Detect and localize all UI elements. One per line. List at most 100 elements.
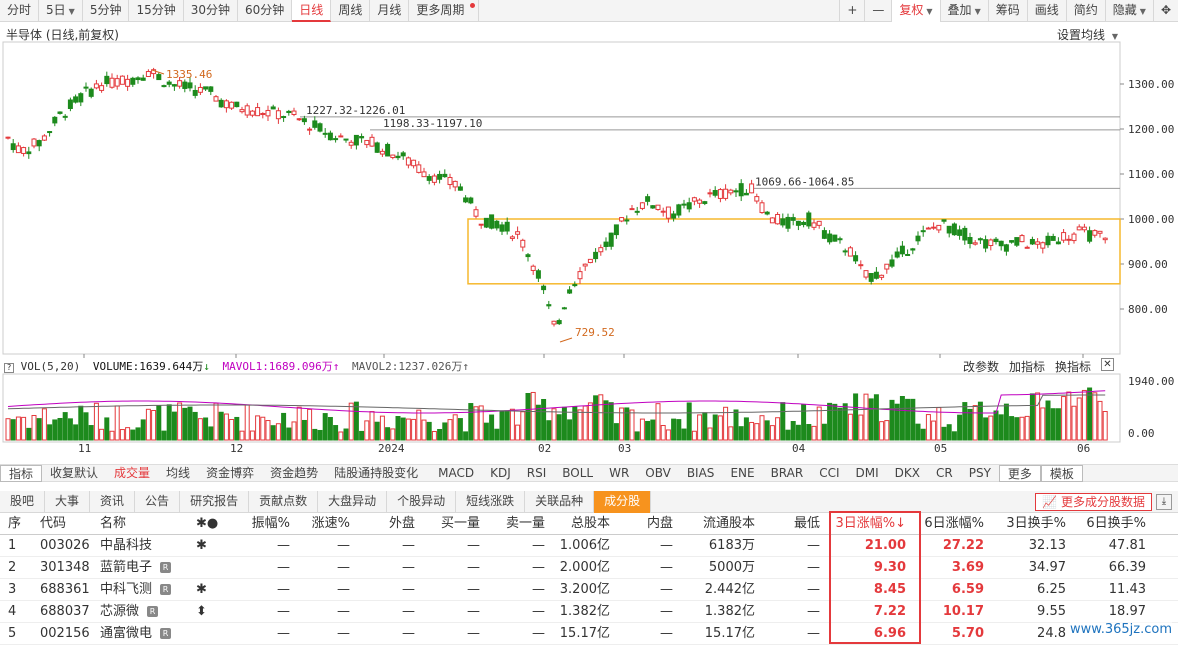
table-row[interactable]: 3 688361 中科飞测 R ✱ — — — — —3.200亿 —2.442亿 —8.45 6.59… xyxy=(0,579,1178,601)
indicator-tab[interactable]: CR xyxy=(928,465,961,482)
indicator-tab[interactable]: DKX xyxy=(887,465,928,482)
restore-rights-button[interactable]: 复权 ▼ xyxy=(891,0,940,22)
column-header[interactable]: 内盘 xyxy=(625,513,673,535)
switch-indicator-link[interactable]: 换指标 xyxy=(1055,358,1091,375)
section-tab[interactable]: 公告 xyxy=(135,491,181,513)
section-tab[interactable]: 贡献点数 xyxy=(249,491,319,513)
column-header[interactable]: 序 xyxy=(8,513,28,535)
volume-bar xyxy=(972,405,978,441)
indicator-tab[interactable]: KDJ xyxy=(482,465,519,482)
date-label: 02 xyxy=(538,442,551,455)
indicator-tab[interactable]: 陆股通持股变化 xyxy=(326,465,430,482)
set-ma-button[interactable]: 设置均线 ▼ xyxy=(1057,26,1118,43)
section-tab[interactable]: 个股异动 xyxy=(387,491,457,513)
column-header[interactable]: 6日涨幅% xyxy=(916,513,984,535)
stock-name[interactable]: 蓝箭电子 xyxy=(100,560,152,575)
zoom-out-button[interactable]: — xyxy=(864,0,891,22)
section-tab[interactable]: 关联品种 xyxy=(525,491,595,513)
section-tab[interactable]: 大事 xyxy=(45,491,91,513)
indicator-tab[interactable]: 均线 xyxy=(158,465,198,482)
tab-5min[interactable]: 5分钟 xyxy=(83,0,130,22)
candle-body xyxy=(1024,246,1030,249)
indicator-tab[interactable]: BRAR xyxy=(763,465,812,482)
tab-fenshi[interactable]: 分时 xyxy=(0,0,40,22)
section-tab[interactable]: 股吧 xyxy=(0,491,46,513)
stock-name[interactable]: 芯源微 xyxy=(100,604,139,619)
tab-monthly[interactable]: 月线 xyxy=(370,0,410,22)
indicator-tab[interactable]: 收复默认 xyxy=(42,465,106,482)
tab-more-periods[interactable]: 更多周期 xyxy=(409,0,480,22)
close-icon[interactable]: ✕ xyxy=(1101,358,1114,371)
export-icon[interactable]: ⤓ xyxy=(1156,494,1172,510)
section-tab[interactable]: 短线涨跌 xyxy=(456,491,526,513)
column-header[interactable]: 名称 xyxy=(100,513,196,535)
indicator-tab[interactable]: ENE xyxy=(722,465,762,482)
draw-button[interactable]: 画线 xyxy=(1026,0,1066,22)
volume-bar xyxy=(671,418,677,441)
tab-weekly[interactable]: 周线 xyxy=(331,0,371,22)
indicator-tab[interactable]: WR xyxy=(601,465,637,482)
level-label: 1227.32-1226.01 xyxy=(306,104,405,117)
table-row[interactable]: 4 688037 芯源微 R ⬍ — — — — —1.382亿 —1.382亿 —7.22 10.17… xyxy=(0,601,1178,623)
kline-svg[interactable]: 1300.00 1200.00 1100.00 1000.00 900.00 800.00… xyxy=(0,22,1178,464)
candle-body xyxy=(171,84,177,87)
indicator-tab[interactable]: MACD xyxy=(430,465,482,482)
change-params-link[interactable]: 改参数 xyxy=(963,358,999,375)
indicator-tab[interactable]: OBV xyxy=(637,465,679,482)
column-header[interactable]: 买一量 xyxy=(425,513,480,535)
section-tab[interactable]: 成分股 xyxy=(594,491,652,513)
indicator-tab[interactable]: 资金博弈 xyxy=(198,465,262,482)
column-header[interactable]: 流通股本 xyxy=(680,513,755,535)
table-row[interactable]: 5 002156 通富微电 R — — — — —15.17亿 —15.17亿 —6.96 5.70 2… xyxy=(0,623,1178,645)
simple-button[interactable]: 简约 xyxy=(1065,0,1105,22)
table-row[interactable]: 1 003026 中晶科技 ✱ — — — — —1.006亿 —6183万 —21.00 27.22… xyxy=(0,535,1178,557)
tab-30min[interactable]: 30分钟 xyxy=(184,0,239,22)
column-header[interactable]: 代码 xyxy=(40,513,100,535)
stock-name[interactable]: 中晶科技 xyxy=(100,538,152,553)
zoom-in-button[interactable]: + xyxy=(839,0,864,22)
price-panel-frame xyxy=(2,41,1121,355)
indicator-tab[interactable]: RSI xyxy=(519,465,555,482)
move-icon[interactable]: ✥ xyxy=(1152,0,1178,22)
overlay-button[interactable]: 叠加 ▼ xyxy=(939,0,988,22)
tab-15min[interactable]: 15分钟 xyxy=(129,0,184,22)
kline-chart[interactable]: 1300.00 1200.00 1100.00 1000.00 900.00 800.00… xyxy=(0,22,1178,464)
indicator-tab[interactable]: BOLL xyxy=(554,465,601,482)
section-tab[interactable]: 研究报告 xyxy=(180,491,250,513)
more-components-button[interactable]: 📈 更多成分股数据 xyxy=(1035,493,1152,511)
stock-name[interactable]: 中科飞测 xyxy=(100,582,152,597)
cell-amp: — xyxy=(277,626,290,641)
collapse-icon[interactable]: ? xyxy=(4,363,14,373)
column-header[interactable]: 总股本 xyxy=(555,513,610,535)
column-header[interactable]: ✱● xyxy=(196,513,218,535)
hide-button[interactable]: 隐藏 ▼ xyxy=(1104,0,1153,22)
tab-5day[interactable]: 5日 ▼ xyxy=(39,0,83,22)
indicator-tab[interactable]: PSY xyxy=(961,465,999,482)
indicator-tab[interactable]: 模板 xyxy=(1040,465,1083,482)
add-indicator-link[interactable]: 加指标 xyxy=(1009,358,1045,375)
table-row[interactable]: 2 301348 蓝箭电子 R — — — — —2.000亿 —5000万 —9.30 3.69 34… xyxy=(0,557,1178,579)
candle-body xyxy=(728,189,734,194)
column-header[interactable]: 涨速% xyxy=(300,513,350,535)
cell-spd: — xyxy=(337,626,350,641)
chips-button[interactable]: 筹码 xyxy=(987,0,1027,22)
indicator-tab[interactable]: DMI xyxy=(848,465,887,482)
column-header[interactable]: 卖一量 xyxy=(490,513,545,535)
column-header[interactable]: 外盘 xyxy=(370,513,415,535)
stock-name[interactable]: 通富微电 xyxy=(100,626,152,641)
column-header[interactable]: 6日换手% xyxy=(1076,513,1146,535)
indicator-tab[interactable]: 资金趋势 xyxy=(262,465,326,482)
section-tab[interactable]: 大盘异动 xyxy=(318,491,388,513)
column-header[interactable]: 3日换手% xyxy=(994,513,1066,535)
indicator-tab[interactable]: CCI xyxy=(811,465,847,482)
indicator-tab[interactable]: 更多 xyxy=(998,465,1041,482)
section-tab[interactable]: 资讯 xyxy=(90,491,136,513)
tab-60min[interactable]: 60分钟 xyxy=(238,0,293,22)
column-header[interactable]: 最低 xyxy=(770,513,820,535)
cell-low: — xyxy=(807,582,820,597)
indicator-tab[interactable]: 成交量 xyxy=(106,465,158,482)
tab-daily[interactable]: 日线 xyxy=(292,0,332,22)
column-header[interactable]: 振幅% xyxy=(240,513,290,535)
indicator-tab[interactable]: BIAS xyxy=(679,465,723,482)
indicator-tab[interactable]: 指标 xyxy=(0,465,43,482)
